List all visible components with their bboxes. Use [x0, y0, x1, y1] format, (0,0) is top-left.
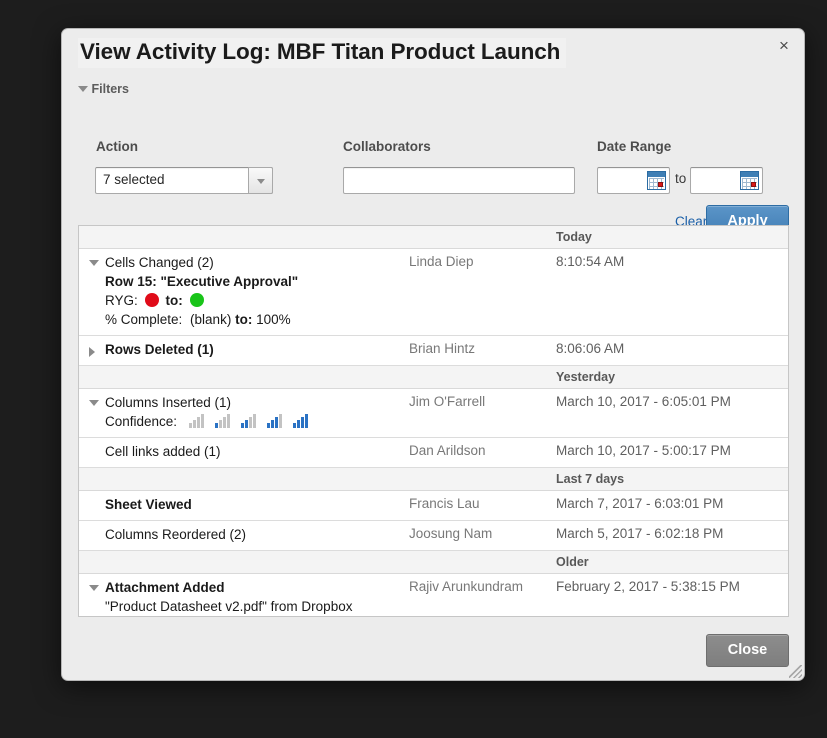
table-row[interactable]: Rows Deleted (1)Brian Hintz 8:06:06 AM — [79, 336, 788, 366]
close-icon[interactable]: × — [773, 36, 795, 58]
change-from-value: (blank) — [186, 312, 235, 327]
change-to-value: 100% — [256, 312, 291, 327]
action-selected-value: 7 selected — [103, 172, 165, 187]
log-group-header: Older — [79, 551, 788, 574]
collaborators-label: Collaborators — [343, 139, 431, 154]
date-from-input[interactable] — [597, 167, 670, 194]
log-row-action: Attachment Added — [105, 579, 448, 597]
change-to-word: to: — [235, 312, 256, 327]
table-row[interactable]: Cells Changed (2)Row 15: "Executive Appr… — [79, 249, 788, 336]
log-row-user: Brian Hintz — [409, 341, 475, 356]
change-to-word: to: — [162, 293, 187, 308]
page-title: View Activity Log: MBF Titan Product Lau… — [78, 38, 566, 68]
log-row-user: Dan Arildson — [409, 443, 486, 458]
date-to-input[interactable] — [690, 167, 763, 194]
signal-bars-icon — [215, 414, 232, 428]
table-row[interactable]: Sheet ViewedFrancis Lau March 7, 2017 - 6… — [79, 491, 788, 521]
log-row-action: Sheet Viewed — [105, 496, 448, 514]
log-row-date: March 7, 2017 - 6:03:01 PM — [556, 496, 723, 511]
chevron-down-icon[interactable] — [248, 167, 273, 194]
table-row[interactable]: Columns Reordered (2)Joosung Nam March 5,… — [79, 521, 788, 551]
log-group-header: Today — [79, 226, 788, 249]
status-dot-red-icon — [145, 293, 159, 307]
log-row-action: Rows Deleted (1) — [105, 341, 448, 359]
chevron-down-icon[interactable] — [89, 260, 99, 266]
log-row-action: Columns Inserted (1) — [105, 394, 448, 412]
log-row-detail: "Product Datasheet v2.pdf" from Dropbox — [105, 597, 448, 616]
log-group-label: Last 7 days — [556, 472, 624, 486]
log-row-detail-change: % Complete: (blank) to: 100% — [105, 310, 448, 329]
signal-bars-icon — [189, 414, 206, 428]
resize-grip[interactable] — [789, 665, 802, 678]
calendar-icon[interactable] — [647, 171, 666, 190]
ryg-label: RYG: — [105, 293, 138, 308]
log-row-user: Jim O'Farrell — [409, 394, 485, 409]
log-row-action: Cell links added (1) — [105, 443, 448, 461]
log-row-detail-ryg: RYG: to: — [105, 291, 448, 310]
log-group-header: Last 7 days — [79, 468, 788, 491]
log-row-detail: Row 15: "Executive Approval" — [105, 272, 448, 291]
status-dot-green-icon — [190, 293, 204, 307]
log-row-date: March 10, 2017 - 6:05:01 PM — [556, 394, 731, 409]
log-row-date: 8:06:06 AM — [556, 341, 624, 356]
log-row-action: Cells Changed (2) — [105, 254, 448, 272]
change-label: % Complete: — [105, 312, 182, 327]
filters-disclosure[interactable]: Filters — [78, 82, 129, 96]
log-row-date: March 10, 2017 - 5:00:17 PM — [556, 443, 731, 458]
log-group-label: Today — [556, 230, 592, 244]
log-row-date: 8:10:54 AM — [556, 254, 624, 269]
log-row-user: Joosung Nam — [409, 526, 492, 541]
close-button[interactable]: Close — [706, 634, 789, 667]
calendar-icon[interactable] — [740, 171, 759, 190]
filters-label: Filters — [91, 82, 129, 96]
log-row-user: Linda Diep — [409, 254, 474, 269]
log-row-date: March 5, 2017 - 6:02:18 PM — [556, 526, 723, 541]
date-range-label: Date Range — [597, 139, 671, 154]
log-row-action: Columns Reordered (2) — [105, 526, 448, 544]
signal-bars-icon — [267, 414, 284, 428]
log-row-user: Francis Lau — [409, 496, 480, 511]
log-row-user: Rajiv Arunkundram — [409, 579, 523, 594]
dialog-title-bar: View Activity Log: MBF Titan Product Lau… — [62, 29, 804, 75]
log-group-label: Yesterday — [556, 370, 615, 384]
table-row[interactable]: Columns Inserted (1) Confidence: Jim O'Fa… — [79, 389, 788, 438]
confidence-label: Confidence: — [105, 414, 177, 429]
activity-log-dialog: View Activity Log: MBF Titan Product Lau… — [61, 28, 805, 681]
collaborators-input[interactable] — [344, 168, 574, 193]
log-row-detail-confidence: Confidence: — [105, 412, 448, 431]
signal-bars-icon — [293, 414, 310, 428]
chevron-right-icon[interactable] — [89, 347, 95, 357]
log-row-date: February 2, 2017 - 5:38:15 PM — [556, 579, 740, 594]
action-label: Action — [96, 139, 138, 154]
chevron-down-icon[interactable] — [89, 400, 99, 406]
signal-bars-icon — [241, 414, 258, 428]
table-row[interactable]: Cell links added (1)Dan Arildson March 10… — [79, 438, 788, 468]
action-select[interactable]: 7 selected — [95, 167, 273, 194]
collaborators-field-wrap[interactable] — [343, 167, 575, 194]
activity-log-table[interactable]: Today Cells Changed (2)Row 15: "Executive… — [78, 225, 789, 617]
table-row[interactable]: Attachment Added"Product Datasheet v2.pd… — [79, 574, 788, 617]
chevron-down-icon — [78, 86, 88, 92]
log-group-label: Older — [556, 555, 589, 569]
chevron-down-icon[interactable] — [89, 585, 99, 591]
date-range-separator: to — [675, 171, 686, 186]
log-group-header: Yesterday — [79, 366, 788, 389]
